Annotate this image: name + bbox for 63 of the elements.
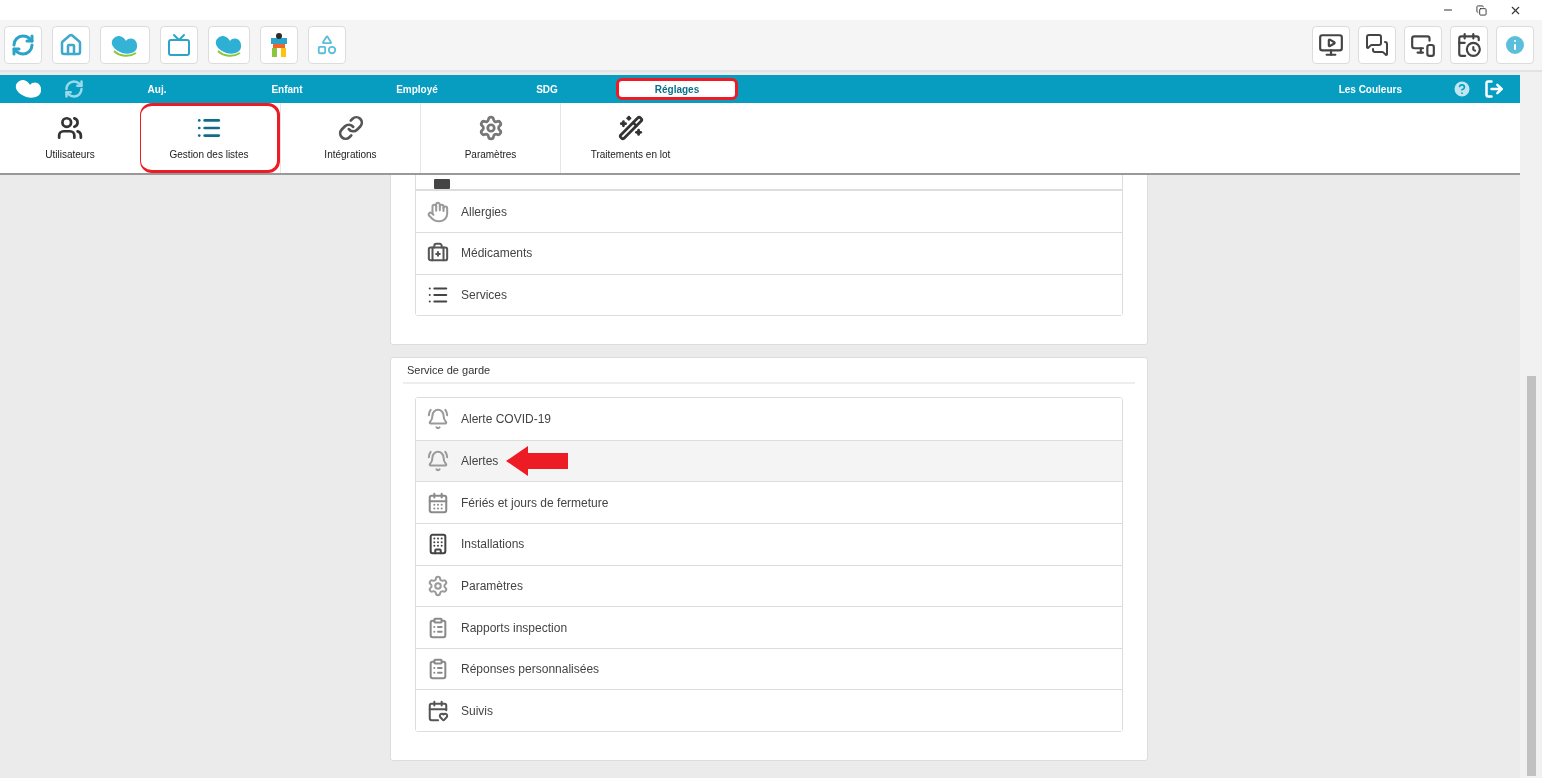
item-label: Rapports inspection <box>461 619 568 637</box>
blob-logo-icon <box>110 33 140 57</box>
figure-icon <box>268 32 290 58</box>
item-label: Alertes <box>461 453 499 471</box>
bell-icon <box>427 408 449 431</box>
remote-screen-button[interactable] <box>1404 26 1442 64</box>
help-icon[interactable] <box>1452 79 1472 99</box>
settings-icon <box>427 574 449 597</box>
help-chat-button[interactable] <box>1358 26 1396 64</box>
calendar-icon <box>427 491 449 514</box>
item-label: Réponses personnalisées <box>461 661 600 679</box>
item-label: Installations <box>461 536 525 554</box>
chat-bubbles-icon <box>1365 33 1389 57</box>
account-name: Les Couleurs <box>1338 82 1402 97</box>
figure-app-button[interactable] <box>260 26 298 64</box>
refresh-button[interactable] <box>4 26 42 64</box>
bell-icon <box>427 450 449 473</box>
card-title: Service de garde <box>403 358 1135 385</box>
building-icon <box>427 533 449 556</box>
app-logo-button[interactable] <box>100 26 150 64</box>
link-icon <box>337 114 364 141</box>
list-item[interactable]: Services <box>416 273 1122 316</box>
shapes-icon <box>316 34 338 56</box>
blob-logo-icon <box>14 77 44 101</box>
magic-wand-icon <box>617 114 644 141</box>
monitor-icon <box>1318 32 1344 58</box>
schedule-button[interactable] <box>1450 26 1488 64</box>
item-label: Suivis <box>461 702 493 720</box>
home-button[interactable] <box>52 26 90 64</box>
item-label: Médicaments <box>461 245 533 263</box>
refresh-icon[interactable] <box>64 79 84 99</box>
item-label: Fériés et jours de fermeture <box>461 494 609 512</box>
clipboard-icon <box>427 616 449 639</box>
settings-tool-button[interactable]: Paramètres <box>420 103 560 173</box>
list-item[interactable]: Suivis <box>416 689 1122 731</box>
logout-icon[interactable] <box>1484 79 1504 99</box>
home-icon <box>59 33 83 57</box>
users-icon <box>57 114 83 141</box>
nav-tab[interactable]: Réglages <box>616 78 738 100</box>
settings-tool-button[interactable]: Utilisateurs <box>0 103 140 173</box>
leaf-app-button[interactable] <box>208 26 250 64</box>
item-label: Services <box>461 286 507 304</box>
clipboard-icon <box>427 658 449 681</box>
item-label: Paramètres <box>461 577 524 595</box>
info-button[interactable] <box>1496 26 1534 64</box>
restore-icon[interactable] <box>1476 4 1487 16</box>
shapes-button[interactable] <box>308 26 346 64</box>
item-label: Alerte COVID-19 <box>461 411 552 429</box>
info-icon <box>1503 33 1527 57</box>
devices-icon <box>1410 32 1436 58</box>
settings-tool-button[interactable]: Intégrations <box>280 103 420 173</box>
calendar-clock-icon <box>1456 32 1482 58</box>
settings-icon <box>477 114 504 141</box>
list-item[interactable]: Alertes <box>416 439 1122 482</box>
refresh-icon <box>11 33 35 57</box>
item-label: Allergies <box>461 203 508 221</box>
tv-button[interactable] <box>160 26 198 64</box>
leaf-logo-icon <box>214 33 244 57</box>
settings-tool-button[interactable]: Gestion des listes <box>140 103 280 173</box>
settings-tool-button[interactable]: Traitements en lot <box>560 103 700 173</box>
training-button[interactable] <box>1312 26 1350 64</box>
hand-icon <box>427 200 449 223</box>
tv-icon <box>167 33 191 57</box>
